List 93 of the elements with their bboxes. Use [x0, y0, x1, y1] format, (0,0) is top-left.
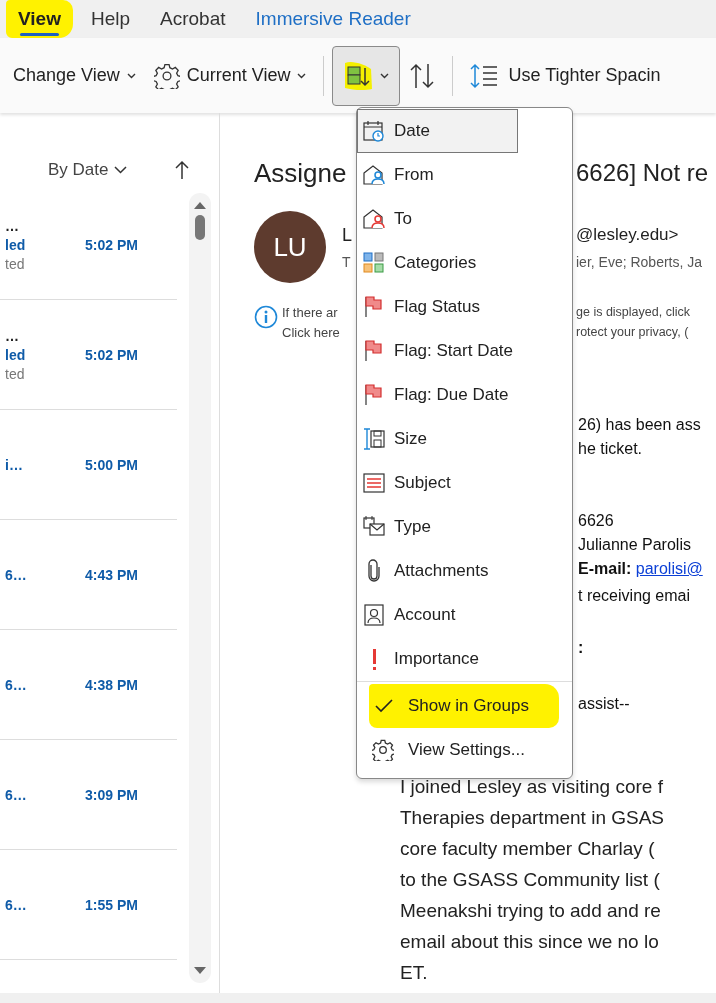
- menu-item[interactable]: Type: [357, 505, 572, 549]
- menu-item[interactable]: Subject: [357, 461, 572, 505]
- body-text: Julianne Parolis: [578, 536, 692, 555]
- menu-item[interactable]: Importance: [357, 637, 572, 681]
- menu-item[interactable]: Size: [357, 417, 572, 461]
- notice-text: Click here: [282, 325, 340, 340]
- message-subject: led: [5, 346, 27, 363]
- menu-item[interactable]: Categories: [357, 241, 572, 285]
- sender-avatar: LU: [254, 211, 326, 283]
- floppy-disk-icon: [362, 427, 386, 451]
- body-text: t receiving emai: [578, 587, 692, 606]
- lines-box-icon: [362, 471, 386, 495]
- message-time: 1:55 PM: [85, 896, 138, 913]
- ribbon-tab[interactable]: Help: [78, 0, 143, 38]
- arrange-by-button[interactable]: [332, 45, 401, 106]
- sender-address: @lesley.edu>: [576, 224, 679, 246]
- body-text: E-mail: parolisi@: [578, 560, 704, 579]
- envelope-person-icon: [362, 163, 386, 187]
- body-paragraph-line: Meenakshi trying to add and re: [400, 899, 662, 923]
- message-title: 6626] Not re: [576, 159, 709, 187]
- scroll-thumb[interactable]: [195, 215, 205, 240]
- message-subject: i…: [5, 456, 24, 473]
- menu-item[interactable]: Flag Status: [357, 285, 572, 329]
- body-heading: :: [578, 639, 585, 658]
- ribbon-tab[interactable]: Immersive Reader: [243, 0, 423, 38]
- color-squares-icon: [362, 251, 386, 275]
- message-time: 4:43 PM: [85, 566, 138, 583]
- sort-arrows-icon: [409, 61, 436, 90]
- body-paragraph-line: Therapies department in GSAS: [400, 806, 666, 830]
- settings-icon: [153, 62, 180, 89]
- person-card-icon: [362, 603, 386, 627]
- message-preview: ted: [5, 255, 26, 272]
- scroll-up-icon: [194, 201, 206, 209]
- message-sender: …: [5, 217, 20, 234]
- ribbon-tab[interactable]: View: [6, 0, 73, 38]
- chevron-down-icon: [297, 72, 307, 79]
- message-subject: 6…: [5, 786, 28, 803]
- menu-item[interactable]: Flag: Due Date: [357, 373, 572, 417]
- message-preview: ted: [5, 365, 26, 382]
- email-link[interactable]: parolisi@: [635, 560, 703, 577]
- ribbon-tab[interactable]: Acrobat: [148, 0, 238, 38]
- calendar-envelope-icon: [362, 515, 386, 539]
- message-subject: 6…: [5, 896, 28, 913]
- show-in-groups-item[interactable]: Show in Groups: [369, 684, 559, 728]
- notice-text: ge is displayed, click: [576, 305, 690, 320]
- message-subject: led: [5, 236, 27, 253]
- current-view-button[interactable]: Current View: [144, 55, 316, 96]
- envelope-person-icon: [362, 207, 386, 231]
- message-time: 3:09 PM: [85, 786, 138, 803]
- sort-up-icon: [175, 160, 190, 180]
- arrange-by-icon: [343, 60, 374, 91]
- menu-item[interactable]: To: [357, 197, 572, 241]
- chevron-down-icon: [126, 72, 136, 79]
- body-paragraph-line: email about this since we no lo: [400, 930, 660, 954]
- body-text: 26) has been ass: [578, 416, 702, 435]
- arrange-by-dropdown[interactable]: By Date: [48, 160, 128, 180]
- message-time: 5:02 PM: [85, 236, 138, 253]
- notice-text: If there ar: [282, 305, 338, 320]
- body-text: 6626: [578, 512, 615, 531]
- change-view-button[interactable]: Change View: [4, 58, 145, 93]
- scroll-down-icon: [194, 967, 206, 975]
- exclamation-icon: [373, 648, 376, 670]
- recipients-line: ier, Eve; Roberts, Ja: [576, 253, 703, 270]
- body-text: assist--: [578, 695, 631, 714]
- tighter-spacing-button[interactable]: Use Tighter Spacin: [461, 54, 670, 97]
- menu-item[interactable]: From: [357, 153, 572, 197]
- body-paragraph-line: core faculty member Charlay (: [400, 837, 656, 861]
- message-time: 5:02 PM: [85, 346, 138, 363]
- message-subject: 6…: [5, 676, 28, 693]
- message-time: 4:38 PM: [85, 676, 138, 693]
- message-sender: …: [5, 327, 20, 344]
- calendar-clock-icon: [362, 119, 386, 143]
- message-time: 5:00 PM: [85, 456, 138, 473]
- message-subject: 6…: [5, 566, 28, 583]
- menu-item[interactable]: Attachments: [357, 549, 572, 593]
- menu-item[interactable]: Date: [357, 109, 518, 153]
- body-paragraph-line: to the GSASS Community list (: [400, 868, 661, 892]
- view-settings-item[interactable]: View Settings...: [357, 728, 572, 772]
- settings-icon: [372, 739, 394, 761]
- menu-item[interactable]: Flag: Start Date: [357, 329, 572, 373]
- notice-text: rotect your privacy, (: [576, 325, 689, 340]
- info-icon: [254, 305, 278, 329]
- body-text: he ticket.: [578, 440, 644, 459]
- chevron-down-icon: [114, 166, 128, 174]
- sender-name: L: [342, 224, 352, 245]
- body-paragraph-line: I joined Lesley as visiting core f: [400, 775, 664, 799]
- recipients-line: T: [342, 253, 351, 270]
- scrollbar[interactable]: [189, 193, 211, 983]
- message-title: Assigne: [254, 157, 347, 188]
- menu-item[interactable]: Account: [357, 593, 572, 637]
- body-paragraph-line: ET.: [400, 961, 429, 985]
- chevron-down-icon: [380, 72, 390, 79]
- line-spacing-icon: [470, 61, 499, 90]
